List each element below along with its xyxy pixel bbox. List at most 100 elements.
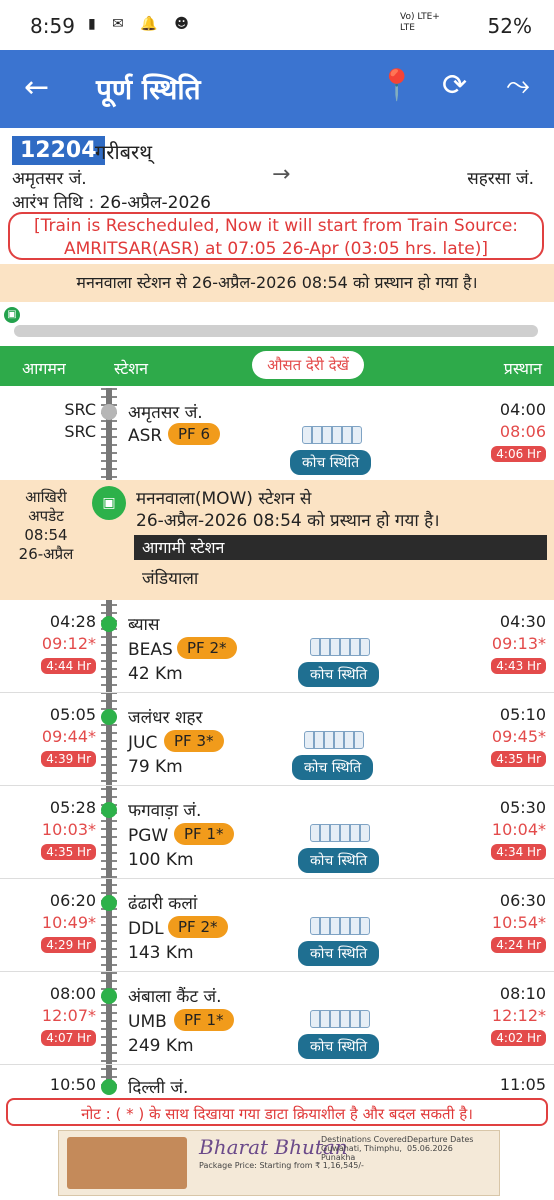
station-code: UMB xyxy=(128,1012,167,1032)
coach-train-icon xyxy=(310,1010,370,1028)
distance-km: 100 Km xyxy=(128,850,194,870)
departure-late-badge: 4:35 Hr xyxy=(491,751,546,767)
station-row[interactable]: SRC SRC अमृतसर जं. ASR PF 6 कोच स्थिति 0… xyxy=(0,388,554,480)
arrival-scheduled: 08:00 xyxy=(49,984,96,1003)
coach-train-icon xyxy=(310,824,370,842)
coach-status-button[interactable]: कोच स्थिति xyxy=(298,662,380,687)
departure-scheduled: 05:10 xyxy=(499,705,546,724)
departure-actual: 09:13* xyxy=(491,634,546,653)
distance-km: 42 Km xyxy=(128,664,183,684)
status-time: 8:59 xyxy=(30,14,75,38)
data-note: नोट : ( * ) के साथ दिखाया गया डाटा क्रिय… xyxy=(6,1098,548,1126)
start-date: आरंभ तिथि : 26-अप्रैल-2026 xyxy=(12,193,211,213)
source-station: अमृतसर जं. xyxy=(12,169,87,189)
network-indicator: Vo) LTE+ LTE xyxy=(400,12,440,33)
station-dot xyxy=(101,709,117,725)
departure-scheduled: 08:10 xyxy=(499,984,546,1003)
location-pin-icon[interactable]: 📍 xyxy=(378,68,415,103)
reschedule-notice: [Train is Rescheduled, Now it will start… xyxy=(8,212,544,260)
departure-late-badge: 4:34 Hr xyxy=(491,844,546,860)
departure-header: प्रस्थान xyxy=(503,359,542,378)
station-dot xyxy=(101,404,117,420)
station-row[interactable]: 06:20 10:49* 4:29 Hr ढंढारी कलां DDL PF … xyxy=(0,879,554,972)
station-header: स्टेशन xyxy=(114,359,149,378)
departure-info-banner: मननवाला स्टेशन से 26-अप्रैल-2026 08:54 क… xyxy=(0,264,554,302)
arrival-late-badge: 4:35 Hr xyxy=(41,844,96,860)
coach-status-button[interactable]: कोच स्थिति xyxy=(298,848,380,873)
ad-departure-dates: Departure Dates 05.06.2026 xyxy=(407,1135,474,1153)
departure-actual: 09:45* xyxy=(491,727,546,746)
arrival-scheduled: 10:50 xyxy=(49,1075,96,1094)
platform-badge: PF 1* xyxy=(174,823,234,845)
station-name: दिल्ली जं. xyxy=(128,1078,189,1098)
station-name: ढंढारी कलां xyxy=(128,894,198,914)
departure-late-badge: 4:43 Hr xyxy=(491,658,546,674)
progress-bar xyxy=(14,325,538,337)
departure-scheduled: 11:05 xyxy=(499,1075,546,1094)
page-title: पूर्ण स्थिति xyxy=(96,73,201,106)
refresh-icon[interactable]: ⟳ xyxy=(442,68,467,103)
station-row[interactable]: 08:00 12:07* 4:07 Hr अंबाला कैंट जं. UMB… xyxy=(0,972,554,1065)
ad-image xyxy=(67,1137,187,1189)
station-code: BEAS xyxy=(128,640,173,660)
destination-station: सहरसा जं. xyxy=(467,169,534,189)
coach-status-button[interactable]: कोच स्थिति xyxy=(298,941,380,966)
departure-scheduled: 04:30 xyxy=(499,612,546,631)
station-row[interactable]: 05:05 09:44* 4:39 Hr जलंधर शहर JUC PF 3*… xyxy=(0,693,554,786)
next-station-name: जंडियाला xyxy=(142,569,199,589)
advertisement-banner[interactable]: Bharat Bhutan Destinations Covered: Guwa… xyxy=(58,1130,500,1196)
arrival-late-badge: 4:07 Hr xyxy=(41,1030,96,1046)
status-bar: 8:59 ▮ ✉ 🔔 ☻ Vo) LTE+ LTE 52% xyxy=(0,0,554,50)
station-row[interactable]: 10:50 दिल्ली जं. 11:05 xyxy=(0,1065,554,1098)
train-number: 12204 xyxy=(12,136,105,165)
coach-train-icon xyxy=(310,638,370,656)
coach-train-icon xyxy=(310,917,370,935)
departure-scheduled: 04:00 xyxy=(499,400,546,419)
last-update-label: आखिरी अपडेट 08:54 26-अप्रैल xyxy=(18,488,74,563)
notification-icons: ▮ ✉ 🔔 ☻ xyxy=(88,16,195,32)
arrival-scheduled: 06:20 xyxy=(49,891,96,910)
departure-actual: 12:12* xyxy=(491,1006,546,1025)
arrival-actual: 12:07* xyxy=(41,1006,96,1025)
coach-train-icon xyxy=(304,731,364,749)
station-dot xyxy=(101,1079,117,1095)
ad-destinations: Destinations Covered: Guwahati, Thimphu,… xyxy=(321,1135,410,1162)
last-update-panel: आखिरी अपडेट 08:54 26-अप्रैल ▣ मननवाला(MO… xyxy=(0,480,554,600)
distance-km: 249 Km xyxy=(128,1036,194,1056)
station-code: ASR xyxy=(128,426,163,446)
back-arrow-icon[interactable]: ← xyxy=(24,70,49,105)
direction-arrow-icon: → xyxy=(272,162,291,187)
departure-scheduled: 05:30 xyxy=(499,798,546,817)
departure-late-badge: 4:06 Hr xyxy=(491,446,546,462)
arrival-actual: 10:49* xyxy=(41,913,96,932)
coach-status-button[interactable]: कोच स्थिति xyxy=(292,755,374,780)
station-name: फगवाड़ा जं. xyxy=(128,801,202,821)
distance-km: 79 Km xyxy=(128,757,183,777)
arrival-scheduled: 04:28 xyxy=(49,612,96,631)
station-code: DDL xyxy=(128,919,164,939)
station-row[interactable]: 04:28 09:12* 4:44 Hr ब्यास BEAS PF 2* 42… xyxy=(0,600,554,693)
arrival-scheduled: 05:28 xyxy=(49,798,96,817)
last-update-message: मननवाला(MOW) स्टेशन से 26-अप्रैल-2026 08… xyxy=(136,489,440,531)
coach-status-button[interactable]: कोच स्थिति xyxy=(298,1034,380,1059)
route-icon[interactable]: ⤳ xyxy=(506,68,530,103)
departure-late-badge: 4:02 Hr xyxy=(491,1030,546,1046)
station-name: ब्यास xyxy=(128,615,160,635)
coach-status-button[interactable]: कोच स्थिति xyxy=(290,450,372,475)
station-dot xyxy=(101,802,117,818)
station-dot xyxy=(101,895,117,911)
avg-delay-button[interactable]: औसत देरी देखें xyxy=(252,351,364,379)
arrival-actual: 09:44* xyxy=(41,727,96,746)
station-row[interactable]: 05:28 10:03* 4:35 Hr फगवाड़ा जं. PGW PF … xyxy=(0,786,554,879)
station-code: PGW xyxy=(128,826,169,846)
arrival-scheduled: 05:05 xyxy=(49,705,96,724)
app-bar: ← पूर्ण स्थिति 📍 ⟳ ⤳ xyxy=(0,50,554,128)
arrival-late-badge: 4:39 Hr xyxy=(41,751,96,767)
station-name: अंबाला कैंट जं. xyxy=(128,987,222,1007)
arrival-scheduled: SRC xyxy=(64,400,96,419)
station-code: JUC xyxy=(128,733,158,753)
arrival-actual: SRC xyxy=(64,422,96,441)
station-name: जलंधर शहर xyxy=(128,708,203,728)
arrival-late-badge: 4:29 Hr xyxy=(41,937,96,953)
battery-level: 52% xyxy=(487,14,532,38)
